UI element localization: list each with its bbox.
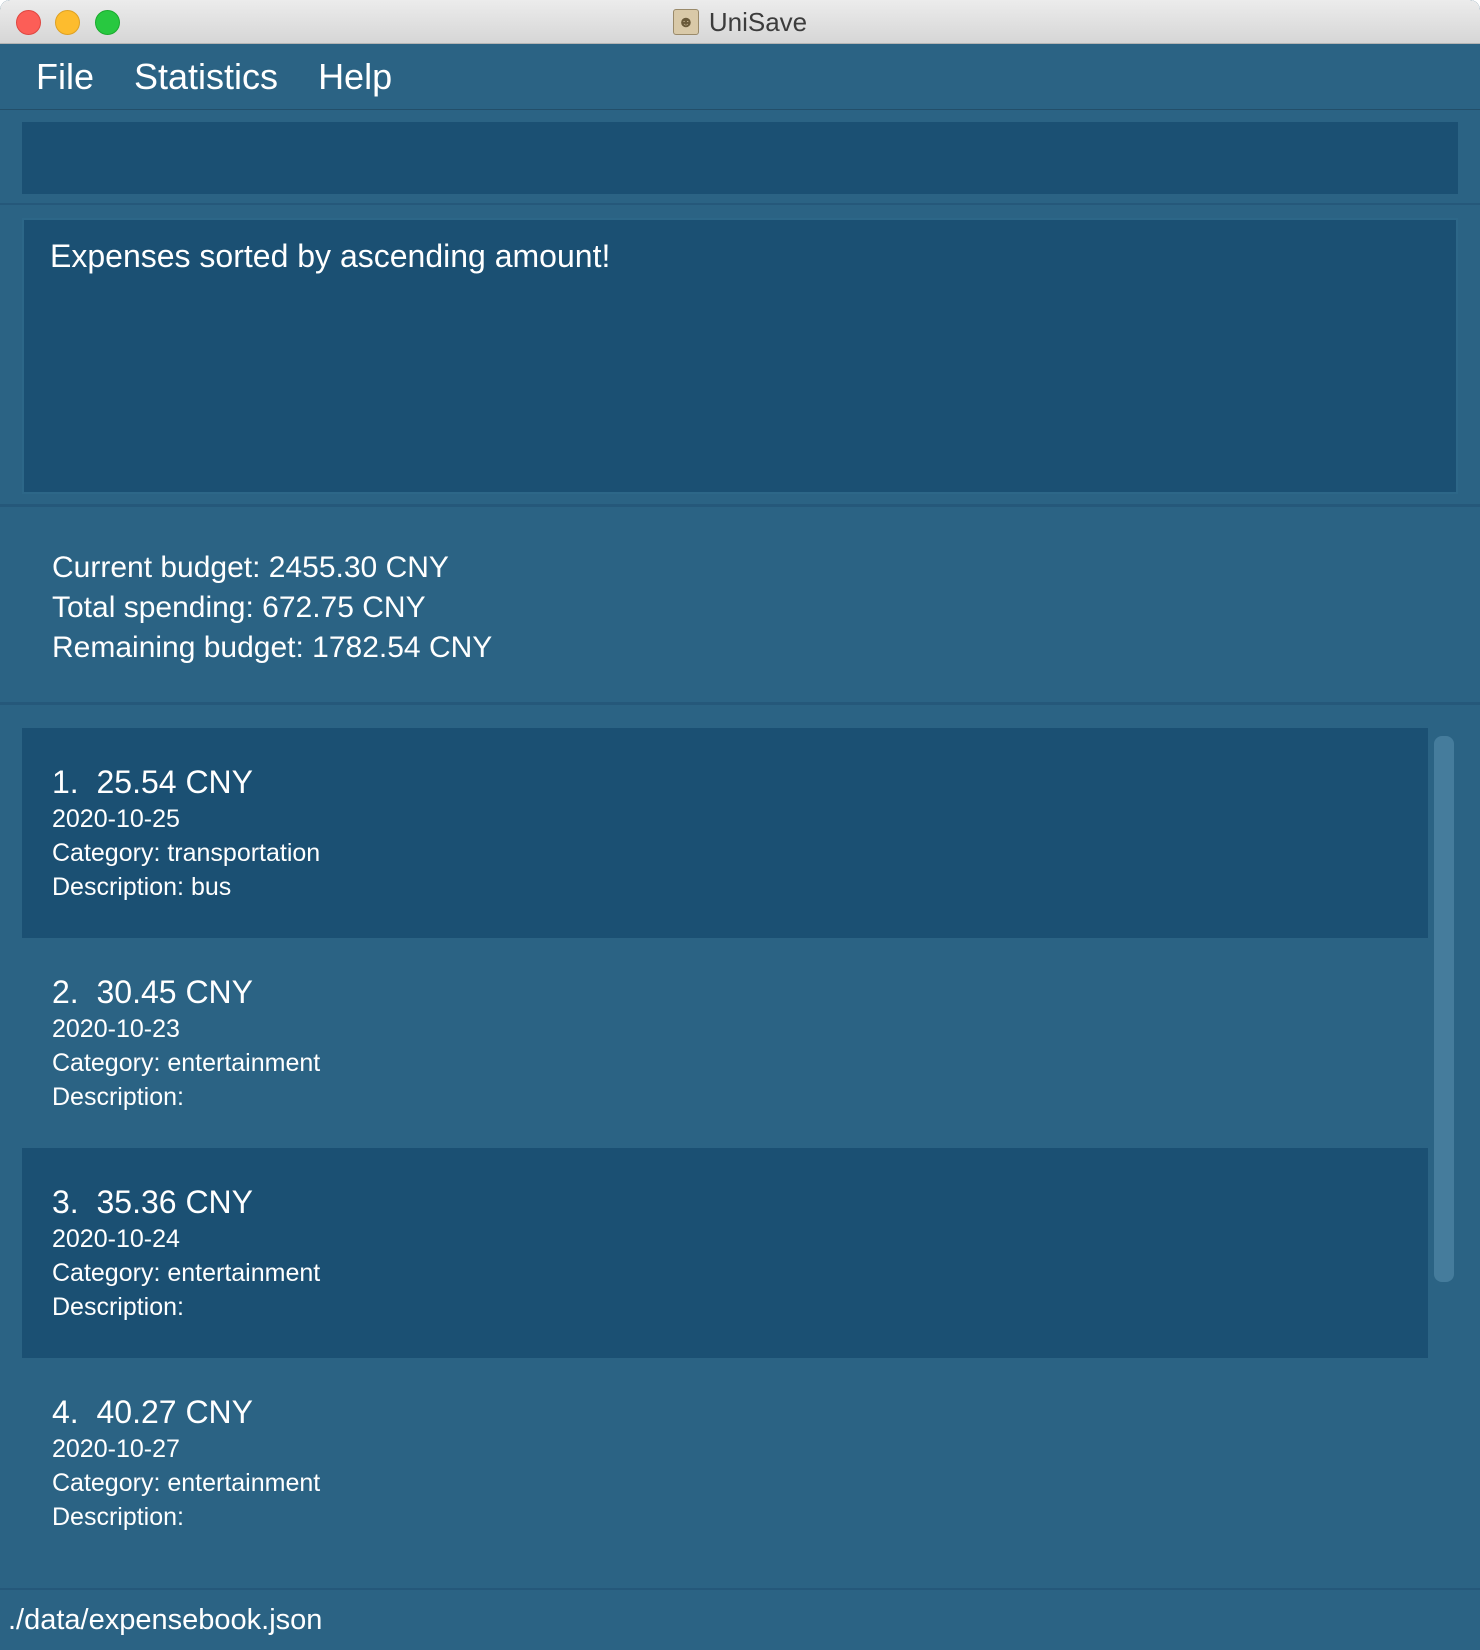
expense-date: 2020-10-23 — [52, 1015, 180, 1043]
expense-category: Category: entertainment — [52, 1259, 321, 1287]
expense-category: Category: entertainment — [52, 1469, 321, 1497]
current-budget: Current budget: 2455.30 CNY — [52, 551, 449, 584]
expense-index: 2. — [52, 974, 79, 1010]
status-bar-file-path: ./data/expensebook.json — [8, 1604, 323, 1636]
menu-bar: File Statistics Help — [0, 44, 1480, 110]
window-title: UniSave — [708, 6, 808, 37]
expense-index: 1. — [52, 764, 79, 800]
result-message: Expenses sorted by ascending amount! — [50, 238, 611, 274]
expense-card[interactable]: 3. 35.36 CNY 2020-10-24 Category: entert… — [22, 1148, 1428, 1358]
expense-index: 4. — [52, 1394, 79, 1430]
expense-description: Description: bus — [52, 873, 232, 901]
expense-amount: 30.45 CNY — [96, 974, 253, 1010]
expense-amount: 35.36 CNY — [96, 1184, 253, 1220]
command-input[interactable] — [22, 122, 1458, 194]
app-window: ☻ UniSave File Statistics Help Expenses … — [0, 0, 1480, 1650]
expense-description: Description: — [52, 1503, 184, 1531]
expense-description: Description: — [52, 1293, 184, 1321]
expense-list-scrollbar[interactable] — [1434, 736, 1454, 1282]
expense-category: Category: transportation — [52, 839, 321, 867]
expense-index: 3. — [52, 1184, 79, 1220]
expense-header: 1. 25.54 CNY — [52, 762, 1428, 802]
expense-category: Category: entertainment — [52, 1049, 321, 1077]
expense-amount: 25.54 CNY — [96, 764, 253, 800]
total-spending: Total spending: 672.75 CNY — [52, 591, 426, 624]
menu-statistics[interactable]: Statistics — [134, 56, 278, 98]
budget-panel: Current budget: 2455.30 CNY Total spendi… — [52, 548, 492, 668]
menu-help[interactable]: Help — [318, 56, 392, 98]
title-bar[interactable]: ☻ UniSave — [0, 0, 1480, 44]
title-wrap: ☻ UniSave — [0, 0, 1480, 44]
expense-card[interactable]: 4. 40.27 CNY 2020-10-27 Category: entert… — [22, 1358, 1428, 1568]
expense-card[interactable]: 2. 30.45 CNY 2020-10-23 Category: entert… — [22, 938, 1428, 1148]
divider — [0, 203, 1480, 205]
app-icon: ☻ — [672, 9, 699, 35]
divider — [0, 504, 1480, 507]
expense-amount: 40.27 CNY — [96, 1394, 253, 1430]
expense-header: 2. 30.45 CNY — [52, 972, 1428, 1012]
divider — [0, 1588, 1480, 1590]
result-display[interactable]: Expenses sorted by ascending amount! — [22, 218, 1458, 494]
expense-description: Description: — [52, 1083, 184, 1111]
expense-card[interactable]: 1. 25.54 CNY 2020-10-25 Category: transp… — [22, 728, 1428, 938]
expense-date: 2020-10-25 — [52, 805, 180, 833]
expense-header: 3. 35.36 CNY — [52, 1182, 1428, 1222]
expense-header: 4. 40.27 CNY — [52, 1392, 1428, 1432]
divider — [0, 702, 1480, 705]
menu-file[interactable]: File — [36, 56, 94, 98]
expense-list[interactable]: 1. 25.54 CNY 2020-10-25 Category: transp… — [22, 728, 1428, 1586]
expense-date: 2020-10-24 — [52, 1225, 180, 1253]
expense-date: 2020-10-27 — [52, 1435, 180, 1463]
remaining-budget: Remaining budget: 1782.54 CNY — [52, 631, 493, 664]
